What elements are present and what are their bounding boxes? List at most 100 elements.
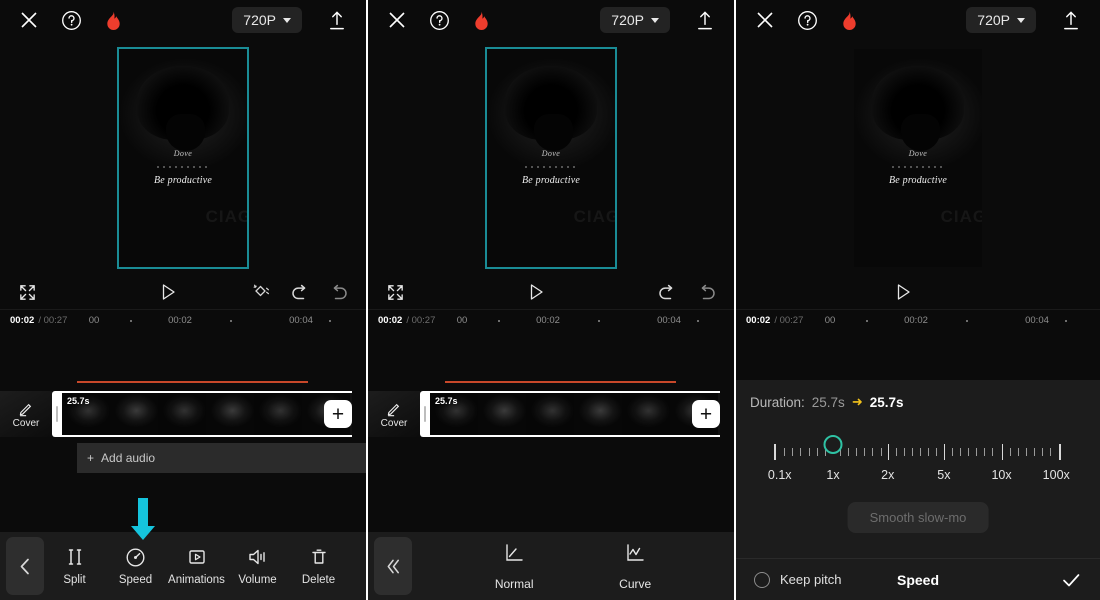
tool-label: Delete [301,574,336,586]
video-preview-area: CIAG Dove Be productive [0,40,366,275]
slider-minor-tick [951,448,953,456]
speed-label[interactable]: 10x [991,468,1011,482]
slider-major-tick [943,444,946,460]
close-icon[interactable] [16,7,42,33]
resolution-selector[interactable]: 720P [600,7,670,33]
video-preview[interactable]: CIAG Dove Be productive [485,46,617,269]
ruler-ticks: 00 00:02 00:04 [88,310,366,332]
pencil-icon [19,403,31,416]
tool-animations[interactable]: Animations [166,546,227,586]
video-preview-area: CIAG Dove Be productive [736,40,1100,275]
tool-curve-speed[interactable]: Curve [619,542,651,591]
duration-row: Duration: 25.7s ➜ 25.7s [736,380,1100,410]
resolution-selector[interactable]: 720P [232,7,302,33]
toolbar-back-button[interactable] [6,537,44,595]
slider-minor-tick [920,448,922,456]
ruler-dot [598,320,600,322]
upload-icon[interactable] [692,7,718,33]
video-track: Cover 25.7s + [0,391,366,437]
slider-thumb[interactable] [823,435,843,454]
tool-delete[interactable]: Delete [288,546,349,586]
speed-adjust-panel: Duration: 25.7s ➜ 25.7s 0.1x 1x 2x 5x 10… [736,380,1100,600]
play-icon[interactable] [892,281,914,303]
slider-minor-tick [816,448,818,456]
cover-label: Cover [380,417,408,429]
video-preview[interactable]: CIAG Dove Be productive [854,48,982,267]
speed-mode-items: Normal Curve [412,542,734,591]
plus-icon: + [87,451,95,465]
clip-frame [254,393,302,435]
play-icon[interactable] [157,281,179,303]
slider-major-tick [1059,444,1061,460]
speed-slider[interactable] [774,435,1062,460]
add-clip-button[interactable]: + [692,400,720,428]
speed-label[interactable]: 2x [881,468,894,482]
clip-left-handle[interactable] [52,391,62,437]
video-preview[interactable]: CIAG Dove Be productive [117,46,249,269]
redo-icon[interactable] [329,281,350,303]
slider-ticks [774,444,1062,460]
clip-frame [206,393,254,435]
clip-left-handle[interactable] [420,391,430,437]
preview-divider [892,166,944,169]
help-circle-icon[interactable] [794,7,820,33]
tool-normal-speed[interactable]: Normal [495,542,534,591]
resolution-selector[interactable]: 720P [966,7,1036,33]
tool-split[interactable]: Split [44,546,105,586]
add-audio-track[interactable]: + Add audio [77,443,366,473]
tool-label: Split [63,574,86,586]
resolution-label: 720P [977,12,1010,28]
add-clip-button[interactable]: + [324,400,352,428]
ruler-tick: 00 [88,315,100,326]
video-clip[interactable]: 25.7s [430,391,720,437]
help-circle-icon[interactable] [58,7,84,33]
tool-volume[interactable]: Volume [227,546,288,586]
speed-gauge-icon [125,546,146,568]
slider-minor-tick [1017,448,1019,456]
magic-wand-icon[interactable] [250,281,271,303]
redo-icon[interactable] [696,281,718,303]
smooth-slowmo-button[interactable]: Smooth slow-mo [847,502,989,533]
upload-icon[interactable] [324,7,350,33]
flame-icon[interactable] [836,7,862,33]
total-time: / 00:27 [38,315,68,326]
tool-edit-cutoff[interactable]: E [349,546,366,586]
fullscreen-expand-icon[interactable] [384,281,406,303]
toolbar-back-button[interactable] [374,537,412,595]
player-right-group [618,281,718,303]
slider-minor-tick [968,448,970,456]
speed-label[interactable]: 5x [937,468,950,482]
video-clip[interactable]: 25.7s [62,391,352,437]
flame-icon[interactable] [468,7,494,33]
top-bar: 720P [736,0,1100,40]
tool-label: Animations [168,574,225,586]
resolution-label: 720P [243,12,276,28]
upload-icon[interactable] [1058,7,1084,33]
speed-label[interactable]: 1x [826,468,839,482]
slider-minor-tick [1049,448,1051,456]
ruler-dot [130,320,132,322]
undo-icon[interactable] [289,281,310,303]
fullscreen-expand-icon[interactable] [16,281,38,303]
close-icon[interactable] [384,7,410,33]
screenshot-triptych: 720P CIAG Dove Be productive 00:02 / 00:… [0,0,1100,600]
undo-icon[interactable] [656,281,678,303]
top-bar: 720P [368,0,734,40]
help-circle-icon[interactable] [426,7,452,33]
panel-speed-slider: 720P CIAG Dove Be productive [734,0,1100,600]
ruler-ticks: 00 00:02 00:04 [456,310,734,332]
preview-mask [166,113,205,151]
normal-speed-icon [503,542,525,569]
play-icon[interactable] [525,281,547,303]
speed-label[interactable]: 0.1x [768,468,792,482]
chevron-down-icon [651,17,659,23]
cover-thumbnail[interactable]: Cover [0,391,52,437]
video-track: Cover 25.7s + [368,391,734,437]
tool-speed[interactable]: Speed [105,546,166,586]
cover-thumbnail[interactable]: Cover [368,391,420,437]
panel-speed-options: 720P CIAG Dove Be productive [366,0,734,600]
speed-label[interactable]: 100x [1043,468,1070,482]
close-icon[interactable] [752,7,778,33]
cover-label: Cover [12,417,40,429]
flame-icon[interactable] [100,7,126,33]
